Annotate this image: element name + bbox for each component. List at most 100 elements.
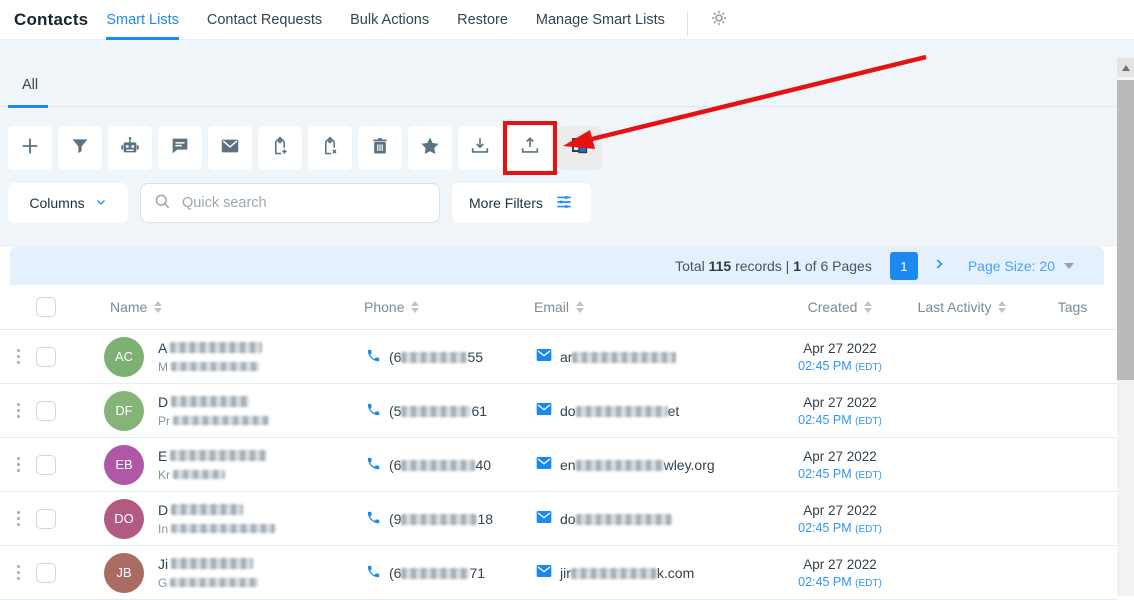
merge-contacts-button[interactable] bbox=[558, 126, 602, 170]
quick-search-box bbox=[140, 183, 440, 223]
sort-icon[interactable] bbox=[154, 301, 162, 313]
nav-tab-manage-smart-lists[interactable]: Manage Smart Lists bbox=[536, 0, 665, 40]
phone-icon bbox=[366, 456, 381, 474]
column-header-email[interactable]: Email bbox=[534, 299, 784, 315]
automation-button[interactable] bbox=[108, 126, 152, 170]
column-header-phone[interactable]: Phone bbox=[364, 299, 534, 315]
nav-tabs: Smart Lists Contact Requests Bulk Action… bbox=[106, 0, 665, 40]
row-checkbox[interactable] bbox=[36, 509, 56, 529]
column-header-created[interactable]: Created bbox=[784, 299, 896, 315]
phone-icon bbox=[366, 402, 381, 420]
row-checkbox[interactable] bbox=[36, 347, 56, 367]
redacted-email bbox=[576, 514, 672, 525]
phone-icon bbox=[366, 510, 381, 528]
favorite-button[interactable] bbox=[408, 126, 452, 170]
select-all-checkbox[interactable] bbox=[36, 297, 56, 317]
name-cell[interactable]: EB E Kr bbox=[70, 445, 364, 485]
phone-cell: (671 bbox=[364, 564, 534, 582]
vertical-scrollbar[interactable] bbox=[1117, 58, 1134, 596]
avatar: DF bbox=[104, 391, 144, 431]
column-header-name[interactable]: Name bbox=[70, 299, 364, 315]
row-checkbox[interactable] bbox=[36, 455, 56, 475]
column-header-tags: Tags bbox=[1028, 299, 1117, 315]
quick-search-input[interactable] bbox=[180, 194, 427, 212]
redacted-phone bbox=[401, 406, 471, 417]
next-page-button[interactable] bbox=[932, 257, 946, 276]
tab-all[interactable]: All bbox=[8, 77, 48, 108]
table-row[interactable]: AC A M (655 ar Apr 27 2022 02:45 PM (EDT… bbox=[0, 330, 1117, 384]
table-header-row: Name Phone Email Created Last Activity T… bbox=[0, 285, 1117, 330]
mail-icon bbox=[536, 456, 552, 473]
table-row[interactable]: JB Ji G (671 jirk.com Apr 27 2022 02:45 … bbox=[0, 546, 1117, 600]
page-1-button[interactable]: 1 bbox=[890, 252, 918, 280]
filter-button[interactable] bbox=[58, 126, 102, 170]
nav-tab-bulk-actions[interactable]: Bulk Actions bbox=[350, 0, 429, 40]
column-header-last-activity[interactable]: Last Activity bbox=[896, 299, 1028, 315]
sort-icon[interactable] bbox=[576, 301, 584, 313]
phone-cell: (561 bbox=[364, 402, 534, 420]
more-filters-button[interactable]: More Filters bbox=[452, 183, 591, 223]
chevron-down-icon bbox=[95, 195, 107, 211]
sort-icon[interactable] bbox=[411, 301, 419, 313]
phone-cell: (918 bbox=[364, 510, 534, 528]
records-summary: Total 115 records | 1 of 6 Pages bbox=[675, 258, 872, 274]
row-checkbox[interactable] bbox=[36, 401, 56, 421]
chevron-right-icon bbox=[932, 257, 946, 276]
import-contacts-button[interactable] bbox=[458, 126, 502, 170]
send-sms-button[interactable] bbox=[158, 126, 202, 170]
sort-icon[interactable] bbox=[864, 301, 872, 313]
redacted-text bbox=[173, 416, 269, 425]
contacts-table: Name Phone Email Created Last Activity T… bbox=[0, 285, 1117, 600]
created-cell: Apr 27 2022 02:45 PM (EDT) bbox=[784, 557, 896, 589]
nav-divider bbox=[687, 12, 688, 36]
nav-tab-smart-lists[interactable]: Smart Lists bbox=[106, 0, 179, 40]
drag-handle[interactable] bbox=[17, 457, 20, 472]
tag-plus-icon bbox=[269, 135, 291, 162]
nav-tab-restore[interactable]: Restore bbox=[457, 0, 508, 40]
settings-button[interactable] bbox=[708, 7, 730, 34]
nav-tab-contact-requests[interactable]: Contact Requests bbox=[207, 0, 322, 40]
table-row[interactable]: EB E Kr (640 enwley.org Apr 27 2022 02:4… bbox=[0, 438, 1117, 492]
star-icon bbox=[419, 135, 441, 162]
redacted-name bbox=[171, 396, 249, 407]
delete-contacts-button[interactable] bbox=[358, 126, 402, 170]
mail-icon bbox=[536, 564, 552, 581]
mail-icon bbox=[536, 348, 552, 365]
email-cell: do bbox=[534, 510, 784, 527]
name-cell[interactable]: AC A M bbox=[70, 337, 364, 377]
scroll-up-arrow-icon bbox=[1122, 65, 1130, 71]
email-cell: doet bbox=[534, 402, 784, 419]
drag-handle[interactable] bbox=[17, 565, 20, 580]
table-row[interactable]: DO D In (918 do Apr 27 2022 02:45 PM (ED… bbox=[0, 492, 1117, 546]
drag-handle[interactable] bbox=[17, 403, 20, 418]
add-tag-button[interactable] bbox=[258, 126, 302, 170]
drag-handle[interactable] bbox=[17, 511, 20, 526]
name-cell[interactable]: JB Ji G bbox=[70, 553, 364, 593]
scroll-up-button[interactable] bbox=[1117, 58, 1134, 77]
export-contacts-button[interactable] bbox=[508, 126, 552, 170]
trash-icon bbox=[370, 136, 390, 161]
phone-icon bbox=[366, 348, 381, 366]
search-icon bbox=[153, 192, 171, 215]
name-cell[interactable]: DF D Pr bbox=[70, 391, 364, 431]
funnel-icon bbox=[70, 136, 90, 161]
table-row[interactable]: DF D Pr (561 doet Apr 27 2022 02:45 PM (… bbox=[0, 384, 1117, 438]
page-size-selector[interactable]: Page Size: 20 bbox=[968, 258, 1074, 274]
redacted-name bbox=[171, 504, 243, 515]
envelope-icon bbox=[219, 135, 241, 162]
scrollbar-thumb[interactable] bbox=[1117, 80, 1134, 380]
name-cell[interactable]: DO D In bbox=[70, 499, 364, 539]
redacted-email bbox=[572, 352, 676, 363]
phone-icon bbox=[366, 564, 381, 582]
redacted-text bbox=[171, 362, 259, 371]
add-contact-button[interactable] bbox=[8, 126, 52, 170]
remove-tag-button[interactable] bbox=[308, 126, 352, 170]
row-checkbox[interactable] bbox=[36, 563, 56, 583]
mail-icon bbox=[536, 510, 552, 527]
filter-bar: Columns More Filters bbox=[8, 183, 1134, 223]
current-page-number: 1 bbox=[793, 258, 801, 274]
send-email-button[interactable] bbox=[208, 126, 252, 170]
drag-handle[interactable] bbox=[17, 349, 20, 364]
sort-icon[interactable] bbox=[998, 301, 1006, 313]
columns-button[interactable]: Columns bbox=[8, 183, 128, 223]
